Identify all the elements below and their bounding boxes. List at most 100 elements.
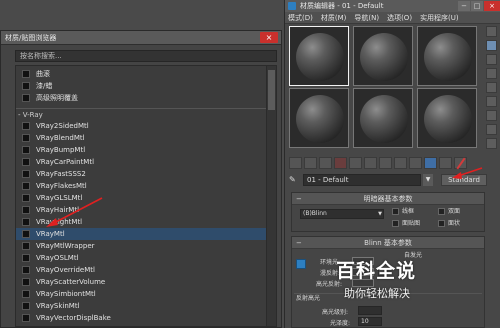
reset-map-icon[interactable]: [334, 157, 347, 169]
sample-slot-2[interactable]: [353, 26, 413, 86]
faceted-checkbox[interactable]: 面状: [438, 219, 460, 229]
video-color-check-icon[interactable]: [486, 82, 497, 93]
blinn-rollout-header[interactable]: − Blinn 基本参数: [292, 237, 484, 249]
list-item-label: VRayScatterVolume: [36, 278, 106, 286]
list-item[interactable]: VRayLightMtl: [16, 216, 266, 228]
material-list: 曲滚 漆/蜡高级照明覆盖 - V-Ray VRay2SidedMtl VRayBlend…: [15, 65, 277, 327]
list-item-label: VRayOSLMtl: [36, 254, 79, 262]
material-swatch-icon: [22, 70, 30, 78]
chevron-down-icon: ▼: [378, 211, 382, 217]
options-icon[interactable]: [486, 110, 497, 121]
sample-slot-1[interactable]: [289, 26, 349, 86]
browser-title: 材质/贴图浏览器: [5, 33, 57, 42]
show-end-result-icon[interactable]: [409, 157, 422, 169]
material-id-channel-icon[interactable]: [379, 157, 392, 169]
menu-navigation[interactable]: 导航(N): [354, 13, 379, 23]
material-sphere-preview: [296, 33, 344, 81]
minimize-button[interactable]: −: [458, 1, 470, 11]
list-item[interactable]: VRayVectorDisplBake: [16, 312, 266, 324]
list-item[interactable]: VRayHairMtl: [16, 204, 266, 216]
color-lock-icon[interactable]: [296, 259, 306, 269]
two-sided-checkbox[interactable]: 双面: [438, 207, 460, 217]
list-item[interactable]: VRaySkinMtl: [16, 300, 266, 312]
menu-options[interactable]: 选项(O): [387, 13, 412, 23]
list-item[interactable]: 漆/蜡: [16, 80, 266, 92]
sample-type-icon[interactable]: [486, 26, 497, 37]
list-item[interactable]: VRaySimbiontMtl: [16, 288, 266, 300]
list-item[interactable]: VRayFastSSS2: [16, 168, 266, 180]
specular-level-field[interactable]: [358, 306, 382, 315]
maximize-button[interactable]: □: [471, 1, 483, 11]
face-map-checkbox[interactable]: 面贴图: [392, 219, 420, 229]
sample-uv-tiling-icon[interactable]: [486, 68, 497, 79]
list-item[interactable]: VRayFlakesMtl: [16, 180, 266, 192]
menu-utilities[interactable]: 实用程序(U): [420, 13, 459, 23]
list-item[interactable]: VRay2SidedMtl: [16, 120, 266, 132]
material-name-field[interactable]: 01 - Default: [303, 174, 421, 186]
backlight-icon[interactable]: [486, 40, 497, 51]
scrollbar-thumb[interactable]: [268, 70, 275, 110]
sample-slot-5[interactable]: [353, 88, 413, 148]
go-to-parent-icon[interactable]: [424, 157, 437, 169]
list-item[interactable]: VRayScatterVolume: [16, 276, 266, 288]
watermark: 百科全说 助你轻松解决: [336, 256, 478, 304]
browser-close-button[interactable]: ×: [260, 32, 278, 43]
list-item[interactable]: VRayGLSLMtl: [16, 192, 266, 204]
eyedropper-icon[interactable]: ✎: [289, 175, 299, 185]
list-item[interactable]: 曲滚: [16, 68, 266, 80]
list-item[interactable]: VRayMtl: [16, 228, 266, 240]
sample-slot-6[interactable]: [417, 88, 477, 148]
editor-menubar: 模式(D) 材质(M) 导航(N) 选项(O) 实用程序(U): [285, 12, 500, 24]
sample-slot-4[interactable]: [289, 88, 349, 148]
list-item[interactable]: VRayOSLMtl: [16, 252, 266, 264]
put-to-scene-icon[interactable]: [304, 157, 317, 169]
editor-toolbar: [289, 156, 489, 170]
get-material-icon[interactable]: [289, 157, 302, 169]
glossiness-field[interactable]: 10: [358, 317, 382, 326]
glossiness-label: 光泽度:: [330, 320, 351, 327]
list-item-label: VRay2SidedMtl: [36, 122, 89, 130]
material-swatch-icon: [22, 182, 30, 190]
material-editor-app-icon: [288, 2, 296, 10]
background-icon[interactable]: [486, 54, 497, 65]
assign-to-selection-icon[interactable]: [319, 157, 332, 169]
list-item[interactable]: VRayBlendMtl: [16, 132, 266, 144]
material-map-browser-window: 材质/贴图浏览器 × 按名称搜索... 曲滚 漆/蜡高级照明覆盖 - V-Ray VR…: [0, 30, 282, 328]
material-swatch-icon: [22, 122, 30, 130]
material-type-button[interactable]: Standard: [441, 174, 487, 186]
list-item-label: VRayCarPaintMtl: [36, 158, 95, 166]
sample-slot-3[interactable]: [417, 26, 477, 86]
pick-material-icon[interactable]: [454, 157, 467, 169]
editor-close-button[interactable]: ×: [484, 1, 500, 11]
menu-material[interactable]: 材质(M): [321, 13, 347, 23]
browser-search-input[interactable]: 按名称搜索...: [15, 50, 277, 62]
show-map-in-viewport-icon[interactable]: [394, 157, 407, 169]
make-unique-icon[interactable]: [349, 157, 362, 169]
wire-checkbox[interactable]: 线框: [392, 207, 414, 217]
list-item[interactable]: 高级照明覆盖: [16, 92, 266, 104]
blinn-rollout-title: Blinn 基本参数: [364, 239, 412, 247]
list-item-label: VRayGLSLMtl: [36, 194, 83, 202]
list-item-label: VRayMtl: [36, 230, 65, 238]
list-item-label: 高级照明覆盖: [36, 94, 78, 102]
make-preview-icon[interactable]: [486, 96, 497, 107]
material-navigator-icon[interactable]: [486, 138, 497, 149]
list-category[interactable]: - V-Ray: [16, 108, 266, 120]
list-item-label: VRayFastSSS2: [36, 170, 86, 178]
shader-rollout-header[interactable]: − 明暗器基本参数: [292, 193, 484, 205]
list-item[interactable]: VRayOverrideMtl: [16, 264, 266, 276]
list-item[interactable]: VRayCarPaintMtl: [16, 156, 266, 168]
list-item[interactable]: VRayVRmatMtl: [16, 324, 266, 326]
put-to-library-icon[interactable]: [364, 157, 377, 169]
list-scrollbar[interactable]: [266, 66, 276, 326]
list-item[interactable]: VRayBumpMtl: [16, 144, 266, 156]
specular-level-label: 高光级别:: [322, 309, 349, 316]
material-swatch-icon: [22, 146, 30, 154]
material-name-dropdown[interactable]: ▼: [423, 174, 433, 186]
menu-mode[interactable]: 模式(D): [288, 13, 313, 23]
editor-titlebar: 材质编辑器 - 01 - Default − □ ×: [285, 0, 500, 12]
go-forward-to-sibling-icon[interactable]: [439, 157, 452, 169]
list-item[interactable]: VRayMtlWrapper: [16, 240, 266, 252]
select-by-material-icon[interactable]: [486, 124, 497, 135]
shader-select[interactable]: (B)Blinn ▼: [300, 209, 384, 219]
